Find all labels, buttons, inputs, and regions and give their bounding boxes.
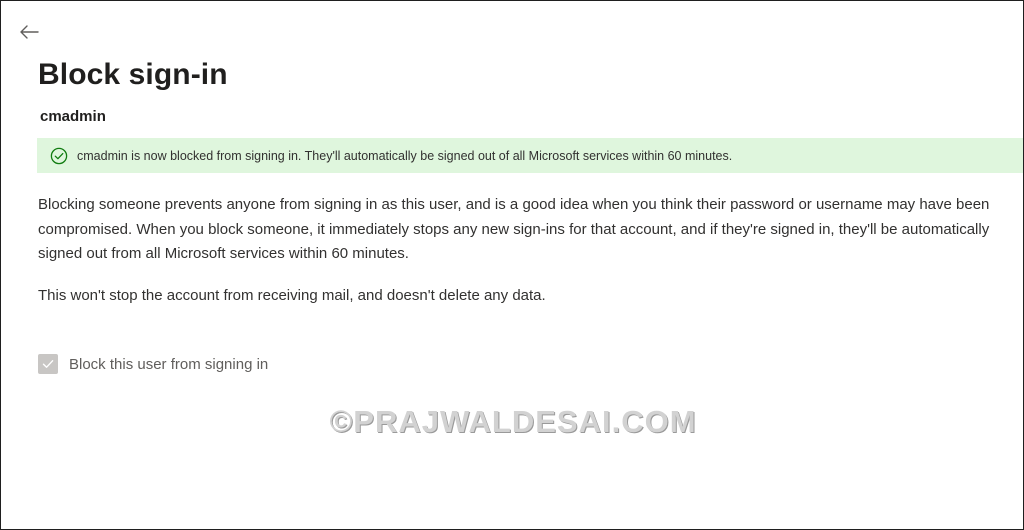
back-button[interactable] — [17, 21, 41, 43]
success-message-bar: cmadmin is now blocked from signing in. … — [37, 138, 1023, 173]
check-circle-icon — [50, 147, 68, 165]
block-user-checkbox-row[interactable]: Block this user from signing in — [38, 354, 268, 374]
block-signin-panel: Block sign-in cmadmin cmadmin is now blo… — [0, 0, 1024, 530]
success-message-text: cmadmin is now blocked from signing in. … — [77, 148, 733, 163]
block-description: Blocking someone prevents anyone from si… — [38, 196, 990, 262]
username-label: cmadmin — [40, 108, 106, 125]
checkmark-icon — [42, 360, 54, 368]
block-user-checkbox[interactable] — [38, 354, 58, 374]
block-user-checkbox-label: Block this user from signing in — [69, 355, 269, 373]
arrow-left-icon — [20, 25, 39, 39]
watermark: ©PRAJWALDESAI.COM — [329, 404, 697, 439]
mail-note: This won't stop the account from receivi… — [38, 287, 546, 304]
page-title: Block sign-in — [38, 58, 228, 91]
